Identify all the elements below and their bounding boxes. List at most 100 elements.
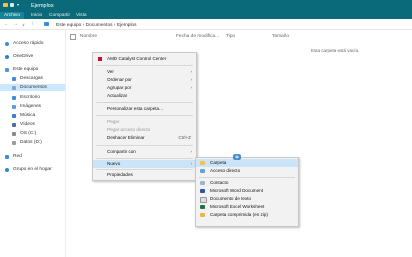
image-icon bbox=[12, 104, 16, 109]
sidebar-item-escritorio[interactable]: Escritorio bbox=[0, 94, 65, 101]
sidebar-item-label: OneDrive bbox=[13, 54, 34, 59]
menu-separator bbox=[199, 177, 295, 178]
video-icon bbox=[12, 122, 16, 127]
folder-icon bbox=[12, 95, 16, 100]
submenu-item-excel-worksheet[interactable]: Microsoft Excel Worksheet bbox=[196, 203, 298, 211]
menu-item-amd-catalyst[interactable]: AMD Catalyst Control Center bbox=[93, 55, 196, 63]
tab-inicio[interactable]: Inicio bbox=[31, 12, 42, 19]
column-header-tipo[interactable]: Tipo bbox=[226, 34, 235, 39]
menu-item-pegar[interactable]: Pegar bbox=[93, 118, 196, 126]
sidebar-item-label: Descargas bbox=[20, 76, 43, 81]
column-header-nombre[interactable]: Nombre bbox=[80, 34, 97, 39]
select-all-checkbox[interactable] bbox=[70, 34, 76, 40]
menu-separator bbox=[96, 169, 193, 170]
window-icons: ▾ bbox=[3, 2, 25, 8]
chevron-right-icon: › bbox=[190, 161, 192, 166]
menu-separator bbox=[96, 65, 193, 66]
breadcrumb-item[interactable]: Ejemplos bbox=[117, 23, 137, 28]
star-icon bbox=[5, 41, 9, 46]
sidebar-item-label: Grupo en el hogar bbox=[13, 167, 52, 172]
column-header-tamano[interactable]: Tamaño bbox=[272, 34, 289, 39]
chevron-right-icon: › bbox=[190, 85, 192, 90]
submenu-item-documento-texto[interactable]: Documento de texto bbox=[196, 195, 298, 203]
menu-separator bbox=[96, 158, 193, 159]
submenu-item-contacto[interactable]: Contacto bbox=[196, 179, 298, 187]
drive-icon bbox=[12, 131, 16, 136]
network-icon bbox=[5, 154, 9, 159]
sidebar-item-videos[interactable]: Vídeos bbox=[0, 121, 65, 128]
address-bar: ← → ∨ ↑ Este equipo › Documentos › Ejemp… bbox=[0, 19, 412, 30]
sidebar-item-label: Imágenes bbox=[20, 104, 42, 109]
chevron-down-icon[interactable]: ▾ bbox=[17, 2, 19, 7]
chevron-right-icon: › bbox=[190, 69, 192, 74]
sidebar-item-grupo-hogar[interactable]: Grupo en el hogar bbox=[0, 166, 65, 173]
sidebar-item-acceso-rapido[interactable]: Acceso rápido bbox=[0, 40, 65, 47]
sidebar-item-label: Documentos bbox=[20, 85, 47, 90]
folder-icon bbox=[3, 3, 8, 7]
menu-item-agrupar-por[interactable]: Agrupar por › bbox=[93, 84, 196, 92]
sidebar-item-musica[interactable]: Música bbox=[0, 112, 65, 119]
computer-icon bbox=[44, 22, 49, 26]
zip-folder-icon bbox=[200, 213, 205, 217]
breadcrumb: Este equipo › Documentos › Ejemplos bbox=[56, 23, 137, 28]
menu-item-personalizar[interactable]: Personalizar esta carpeta... bbox=[93, 105, 196, 113]
submenu-item-carpeta-comprimida[interactable]: Carpeta comprimida (en zip) bbox=[196, 211, 298, 219]
shortcut-label: Ctrl+Z bbox=[178, 135, 191, 140]
submenu-item-acceso-directo[interactable]: Acceso directo bbox=[196, 167, 298, 175]
sidebar-item-documentos[interactable]: Documentos bbox=[0, 84, 65, 91]
back-arrow-icon[interactable]: ← bbox=[4, 21, 9, 27]
chevron-right-icon: › bbox=[190, 77, 192, 82]
sidebar-item-label: OS (C:) bbox=[20, 131, 37, 136]
context-menu: AMD Catalyst Control Center Ver › Ordena… bbox=[92, 52, 197, 181]
tab-compartir[interactable]: Compartir bbox=[49, 12, 70, 19]
sidebar-item-datos-d[interactable]: Datos (D:) bbox=[0, 139, 65, 146]
quick-access-toolbar-icon[interactable] bbox=[10, 3, 14, 7]
navigation-pane: Acceso rápido OneDrive Este equipo Desca… bbox=[0, 30, 66, 257]
menu-item-pegar-acceso-directo[interactable]: Pegar acceso directo bbox=[93, 126, 196, 134]
menu-separator bbox=[96, 102, 193, 103]
sidebar-item-label: Escritorio bbox=[20, 95, 40, 100]
tab-vista[interactable]: Vista bbox=[76, 12, 87, 19]
sidebar-item-onedrive[interactable]: OneDrive bbox=[0, 53, 65, 60]
column-header-fecha[interactable]: Fecha de modifica... bbox=[176, 34, 219, 39]
menu-item-nuevo[interactable]: Nuevo › bbox=[93, 160, 196, 168]
ribbon-tabs: Archivo Inicio Compartir Vista bbox=[0, 11, 412, 19]
menu-item-compartir-con[interactable]: Compartir con › bbox=[93, 148, 196, 156]
title-bar: ▾ Ejemplos bbox=[0, 0, 412, 11]
sidebar-item-este-equipo[interactable]: Este equipo bbox=[0, 66, 65, 73]
menu-item-actualizar[interactable]: Actualizar bbox=[93, 92, 196, 100]
folder-icon bbox=[200, 161, 205, 165]
sidebar-item-label: Este equipo bbox=[13, 67, 39, 72]
menu-item-propiedades[interactable]: Propiedades bbox=[93, 171, 196, 179]
chevron-right-icon: › bbox=[190, 149, 192, 154]
menu-item-ver[interactable]: Ver › bbox=[93, 68, 196, 76]
up-arrow-icon[interactable]: ↑ bbox=[31, 21, 34, 27]
address-field[interactable]: Este equipo › Documentos › Ejemplos bbox=[40, 20, 412, 28]
sidebar-item-label: Acceso rápido bbox=[13, 41, 44, 46]
drive-icon bbox=[12, 140, 16, 145]
music-icon bbox=[12, 113, 16, 118]
sidebar-item-label: Vídeos bbox=[20, 122, 35, 127]
submenu-item-word-document[interactable]: Microsoft Word Document bbox=[196, 187, 298, 195]
chevron-down-icon[interactable]: ∨ bbox=[22, 22, 25, 27]
menu-item-deshacer-eliminar[interactable]: Deshacer Eliminar Ctrl+Z bbox=[93, 134, 196, 142]
forward-arrow-icon[interactable]: → bbox=[13, 21, 18, 27]
word-document-icon bbox=[200, 189, 205, 193]
menu-separator bbox=[96, 145, 193, 146]
sidebar-item-label: Música bbox=[20, 113, 36, 118]
tab-archivo[interactable]: Archivo bbox=[0, 12, 24, 19]
cloud-icon bbox=[5, 54, 9, 59]
sidebar-item-os-c[interactable]: OS (C:) bbox=[0, 130, 65, 137]
sidebar-item-label: Datos (D:) bbox=[20, 140, 42, 145]
breadcrumb-item[interactable]: Documentos bbox=[86, 23, 113, 28]
empty-folder-message: Esta carpeta está vacía. bbox=[311, 48, 360, 53]
breadcrumb-item[interactable]: Este equipo bbox=[56, 23, 81, 28]
submenu-item-carpeta[interactable]: Carpeta bbox=[196, 159, 298, 167]
sidebar-item-imagenes[interactable]: Imágenes bbox=[0, 103, 65, 110]
sidebar-item-red[interactable]: Red bbox=[0, 153, 65, 160]
menu-item-ordenar-por[interactable]: Ordenar por › bbox=[93, 76, 196, 84]
sidebar-item-descargas[interactable]: Descargas bbox=[0, 75, 65, 82]
homegroup-icon bbox=[5, 167, 9, 172]
download-icon bbox=[12, 76, 16, 81]
menu-separator bbox=[96, 115, 193, 116]
